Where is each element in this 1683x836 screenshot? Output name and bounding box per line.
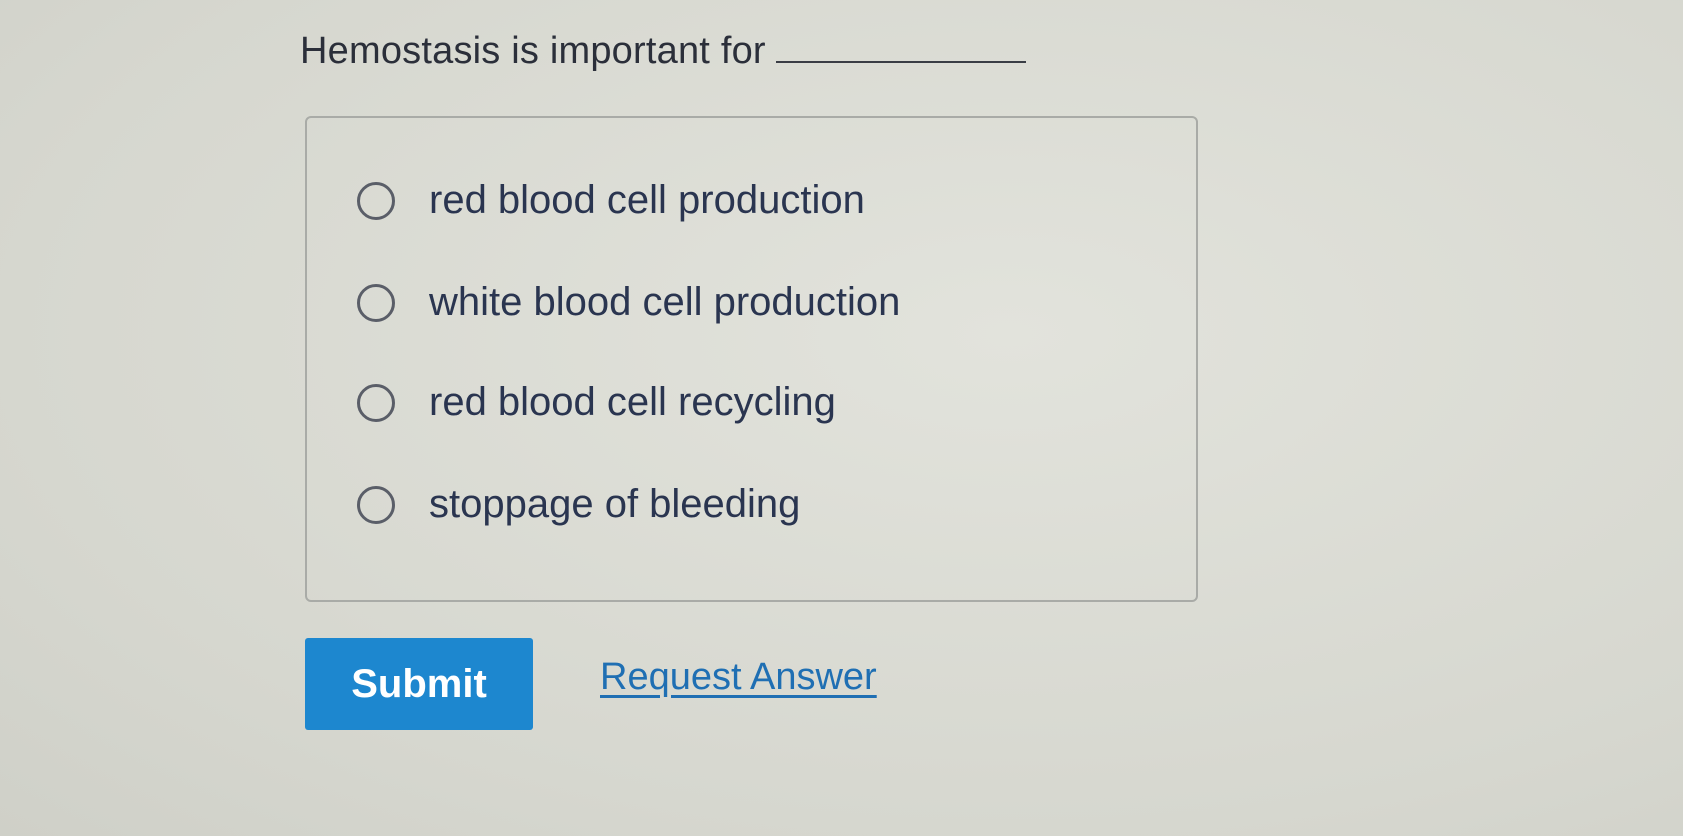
answer-option-1[interactable]: red blood cell production xyxy=(357,178,865,223)
answer-option-label: white blood cell production xyxy=(429,280,901,324)
answer-option-3[interactable]: red blood cell recycling xyxy=(357,380,836,425)
answer-options-group: red blood cell production white blood ce… xyxy=(305,116,1198,602)
request-answer-link[interactable]: Request Answer xyxy=(600,656,877,699)
radio-button-icon[interactable] xyxy=(357,383,395,422)
answer-option-label: stoppage of bleeding xyxy=(429,482,801,526)
radio-button-icon[interactable] xyxy=(357,283,395,322)
radio-button-icon[interactable] xyxy=(357,181,395,220)
question-text: Hemostasis is important for xyxy=(300,30,766,72)
submit-button[interactable]: Submit xyxy=(305,638,533,730)
answer-option-4[interactable]: stoppage of bleeding xyxy=(357,482,800,527)
radio-button-icon[interactable] xyxy=(357,485,395,524)
question-prompt: Hemostasis is important for xyxy=(300,30,1026,73)
answer-option-2[interactable]: white blood cell production xyxy=(357,280,900,325)
answer-blank xyxy=(775,31,1026,63)
answer-option-label: red blood cell production xyxy=(429,178,865,222)
answer-option-label: red blood cell recycling xyxy=(429,380,836,424)
